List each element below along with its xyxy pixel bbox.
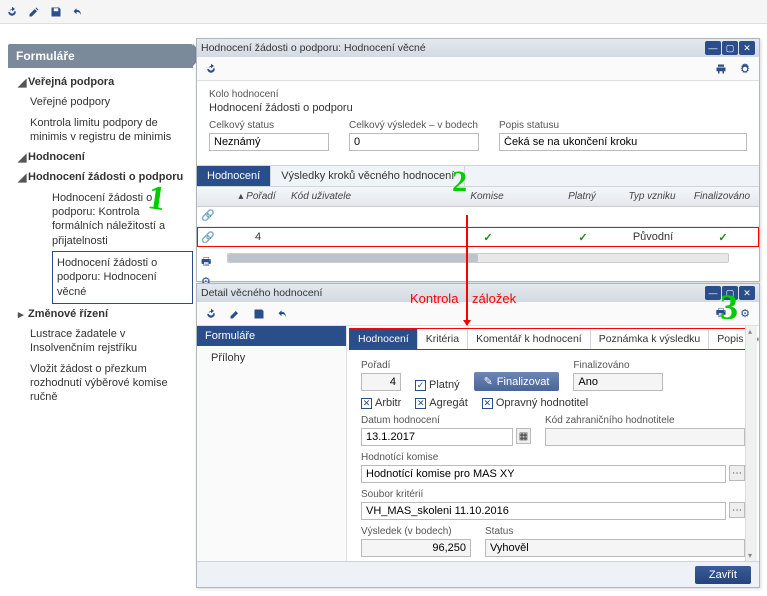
annotation-arrow <box>466 215 468 325</box>
refresh-icon[interactable] <box>203 61 219 77</box>
tab-hodnoceni[interactable]: Hodnocení <box>350 329 418 349</box>
link-icon[interactable]: 🔗 <box>201 231 215 245</box>
close-button[interactable]: Zavřít <box>695 566 751 584</box>
undo-icon[interactable] <box>70 4 86 20</box>
gear-icon[interactable]: ⚙ <box>737 306 753 322</box>
tab-poznamka[interactable]: Poznámka k výsledku <box>591 329 710 349</box>
close-icon[interactable]: ✕ <box>739 286 755 300</box>
gear-icon[interactable] <box>737 61 753 77</box>
tab-hodnoceni[interactable]: Hodnocení <box>197 166 271 186</box>
tab-vysledky[interactable]: Výsledky kroků věcného hodnocení <box>271 166 465 186</box>
scrollbar[interactable] <box>745 326 757 561</box>
finalizovat-button[interactable]: ✎ Finalizovat <box>474 372 560 391</box>
scrollbar[interactable] <box>227 253 729 263</box>
table-row[interactable]: 4 ✓ ✓ Původní ✓ <box>197 227 759 247</box>
result-input[interactable] <box>349 133 479 151</box>
print-icon[interactable]: 🖶 <box>201 253 215 267</box>
tab-kriteria[interactable]: Kritéria <box>418 329 468 349</box>
side-tab-formulare[interactable]: Formuláře <box>197 326 346 346</box>
minimize-icon[interactable]: — <box>705 286 721 300</box>
maximize-icon[interactable]: ▢ <box>722 286 738 300</box>
edit-icon[interactable] <box>227 306 243 322</box>
state-input[interactable] <box>499 133 747 151</box>
print-icon[interactable] <box>713 61 729 77</box>
tree-group-verejna[interactable]: ◢Veřejná podpora <box>8 72 193 92</box>
arbitr-checkbox[interactable] <box>361 398 372 409</box>
maximize-icon[interactable]: ▢ <box>722 41 738 55</box>
state-label: Popis statusu <box>499 120 747 131</box>
grid: 🔗 🔗 🖶 ⚙ ▴ Pořadí Kód uživatele Komise Pl… <box>197 187 759 263</box>
platny-checkbox[interactable] <box>415 380 426 391</box>
detail-sidebar: Formuláře Přílohy <box>197 326 347 561</box>
refresh-icon[interactable] <box>203 306 219 322</box>
col-platny[interactable]: Platný <box>547 191 617 202</box>
window-titlebar: Detail věcného hodnocení — ▢ ✕ <box>197 284 759 302</box>
window-detail: Detail věcného hodnocení — ▢ ✕ 🖶 ⚙ Formu… <box>196 283 760 588</box>
tree-item[interactable]: Lustrace žadatele v Insolvenčním rejstří… <box>30 324 193 359</box>
window-hodnoceni: Hodnocení žádosti o podporu: Hodnocení v… <box>196 38 760 282</box>
window-title: Hodnocení žádosti o podporu: Hodnocení v… <box>201 42 705 54</box>
link-icon[interactable]: 🔗 <box>201 209 215 223</box>
status-input[interactable] <box>209 133 329 151</box>
vysledek-input[interactable] <box>361 539 471 557</box>
status-input[interactable] <box>485 539 745 557</box>
soubor-input[interactable] <box>361 502 726 520</box>
filter-row[interactable] <box>197 207 759 227</box>
edit-icon[interactable] <box>26 4 42 20</box>
datum-input[interactable] <box>361 428 513 446</box>
refresh-icon[interactable] <box>4 4 20 20</box>
lookup-icon[interactable]: ⋯ <box>729 502 745 518</box>
tree-item[interactable]: ▸Změnové řízení <box>30 304 193 324</box>
tree-item[interactable]: Kontrola limitu podpory de minimis v reg… <box>30 113 193 148</box>
status-label: Celkový status <box>209 120 329 131</box>
round-label: Kolo hodnocení <box>209 89 747 100</box>
minimize-icon[interactable]: — <box>705 41 721 55</box>
close-icon[interactable]: ✕ <box>739 41 755 55</box>
calendar-icon[interactable]: ▦ <box>516 428 531 444</box>
tree-item[interactable]: Veřejné podpory <box>30 92 193 112</box>
undo-icon[interactable] <box>275 306 291 322</box>
app-toolbar <box>0 0 767 24</box>
print-icon[interactable]: 🖶 <box>713 306 729 322</box>
opravny-checkbox[interactable] <box>482 398 493 409</box>
detail-tabs: Hodnocení Kritéria Komentář k hodnocení … <box>349 328 757 350</box>
tab-komentar[interactable]: Komentář k hodnocení <box>468 329 591 349</box>
poradi-input[interactable] <box>361 373 401 391</box>
col-kod[interactable]: Kód uživatele <box>287 191 427 202</box>
save-icon[interactable] <box>251 306 267 322</box>
finalizovano-input[interactable] <box>573 373 663 391</box>
col-typ[interactable]: Typ vzniku <box>617 191 687 202</box>
tree-group-hodnoceni[interactable]: ◢Hodnocení <box>8 147 193 167</box>
save-icon[interactable] <box>48 4 64 20</box>
window-titlebar: Hodnocení žádosti o podporu: Hodnocení v… <box>197 39 759 57</box>
tree-item-selected[interactable]: Hodnocení žádosti o podporu: Hodnocení v… <box>52 251 193 304</box>
tree-item[interactable]: Vložit žádost o přezkum rozhodnutí výběr… <box>30 359 193 408</box>
round-value: Hodnocení žádosti o podporu <box>209 102 747 114</box>
side-item-prilohy[interactable]: Přílohy <box>197 346 346 370</box>
col-final[interactable]: Finalizováno <box>687 191 757 202</box>
tree-item[interactable]: ◢Hodnocení žádosti o podporu <box>30 167 193 187</box>
sidebar-title: Formuláře <box>8 44 193 68</box>
agregat-checkbox[interactable] <box>415 398 426 409</box>
col-poradi[interactable]: ▴ Pořadí <box>227 191 287 202</box>
kod-input[interactable] <box>545 428 745 446</box>
sidebar: Formuláře ◢Veřejná podpora Veřejné podpo… <box>8 44 193 412</box>
window-title: Detail věcného hodnocení <box>201 287 705 299</box>
lookup-icon[interactable]: ⋯ <box>729 465 745 481</box>
tree-item[interactable]: Hodnocení žádosti o podporu: Kontrola fo… <box>52 188 193 251</box>
result-label: Celkový výsledek – v bodech <box>349 120 479 131</box>
col-komise[interactable]: Komise <box>427 191 547 202</box>
komise-input[interactable] <box>361 465 726 483</box>
